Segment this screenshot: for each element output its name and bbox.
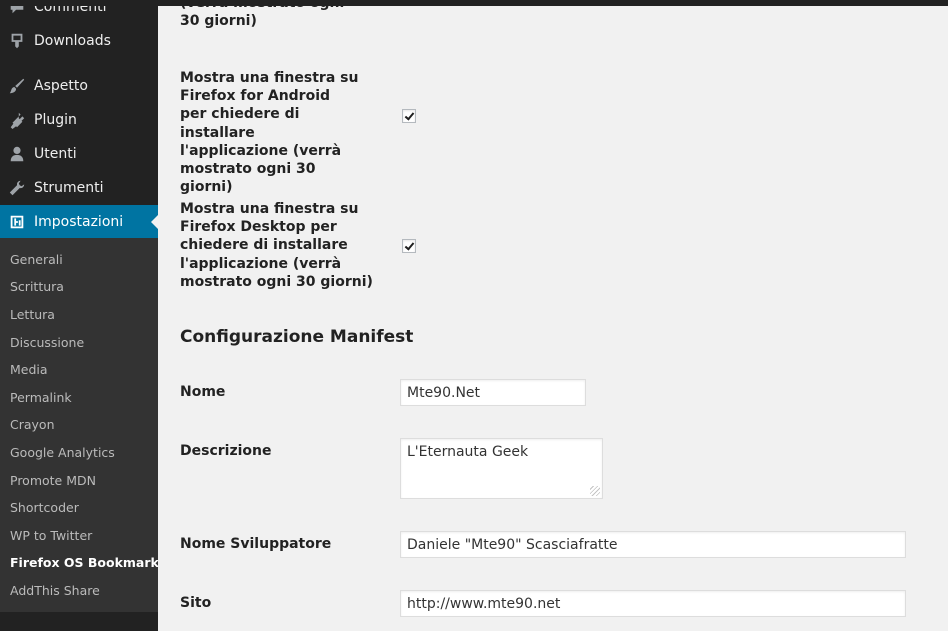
user-icon bbox=[0, 145, 34, 163]
sviluppatore-input[interactable]: Daniele "Mte90" Scasciafratte bbox=[400, 531, 906, 558]
descrizione-label: Descrizione bbox=[180, 443, 272, 459]
sito-input[interactable]: http://www.mte90.net bbox=[400, 590, 906, 617]
descrizione-textarea[interactable]: L'Eternauta Geek bbox=[400, 438, 603, 499]
sviluppatore-label: Nome Sviluppatore bbox=[180, 536, 332, 552]
settings-icon bbox=[0, 213, 34, 231]
plugin-icon bbox=[0, 111, 34, 129]
submenu-item-generali[interactable]: Generali bbox=[10, 252, 63, 267]
wrench-icon bbox=[0, 179, 34, 197]
sito-label: Sito bbox=[180, 595, 212, 611]
submenu-item-google-analytics[interactable]: Google Analytics bbox=[10, 445, 115, 460]
paintbrush-icon bbox=[0, 77, 34, 95]
submenu-item-discussione[interactable]: Discussione bbox=[10, 335, 84, 350]
nome-label: Nome bbox=[180, 384, 226, 400]
admin-bar bbox=[0, 0, 948, 6]
menu-item-strumenti[interactable]: Strumenti bbox=[0, 171, 158, 205]
desktop-prompt-checkbox[interactable] bbox=[402, 239, 416, 253]
menu-item-label: Plugin bbox=[34, 112, 77, 128]
menu-item-label: Impostazioni bbox=[34, 214, 124, 230]
menu-item-aspetto[interactable]: Aspetto bbox=[0, 69, 158, 103]
desktop-prompt-label: Mostra una finestra su Firefox Desktop p… bbox=[180, 201, 373, 290]
submenu-item-media[interactable]: Media bbox=[10, 362, 48, 377]
menu-item-label: Utenti bbox=[34, 146, 77, 162]
submenu-item-firefox-os-bookmark[interactable]: Firefox OS Bookmark bbox=[10, 555, 159, 570]
admin-sidebar: Commenti Downloads Aspetto Plugin Utenti… bbox=[0, 0, 159, 631]
menu-item-plugin[interactable]: Plugin bbox=[0, 103, 158, 137]
settings-submenu: Generali Scrittura Lettura Discussione M… bbox=[0, 238, 159, 612]
submenu-item-shortcoder[interactable]: Shortcoder bbox=[10, 500, 79, 515]
nome-input[interactable]: Mte90.Net bbox=[400, 379, 586, 406]
submenu-item-promote-mdn[interactable]: Promote MDN bbox=[10, 473, 96, 488]
menu-item-label: Aspetto bbox=[34, 78, 88, 94]
submenu-item-wp-to-twitter[interactable]: WP to Twitter bbox=[10, 528, 92, 543]
menu-item-utenti[interactable]: Utenti bbox=[0, 137, 158, 171]
download-icon bbox=[0, 32, 34, 50]
android-prompt-label: Mostra una finestra su Firefox for Andro… bbox=[180, 70, 359, 196]
android-prompt-checkbox[interactable] bbox=[402, 109, 416, 123]
menu-item-downloads[interactable]: Downloads bbox=[0, 24, 158, 58]
descrizione-text: L'Eternauta Geek bbox=[407, 444, 529, 460]
menu-item-label: Downloads bbox=[34, 33, 111, 49]
submenu-item-permalink[interactable]: Permalink bbox=[10, 390, 72, 405]
menu-item-label: Strumenti bbox=[34, 180, 104, 196]
submenu-item-crayon[interactable]: Crayon bbox=[10, 417, 55, 432]
manifest-section-title: Configurazione Manifest bbox=[180, 327, 414, 347]
settings-content: (verrà mostrato ogni 30 giorni) Mostra u… bbox=[158, 0, 948, 631]
resize-grip-icon[interactable] bbox=[590, 486, 600, 496]
submenu-item-lettura[interactable]: Lettura bbox=[10, 307, 55, 322]
submenu-item-addthis-share[interactable]: AddThis Share bbox=[10, 583, 100, 598]
menu-item-impostazioni[interactable]: Impostazioni bbox=[0, 205, 159, 239]
submenu-item-scrittura[interactable]: Scrittura bbox=[10, 279, 64, 294]
